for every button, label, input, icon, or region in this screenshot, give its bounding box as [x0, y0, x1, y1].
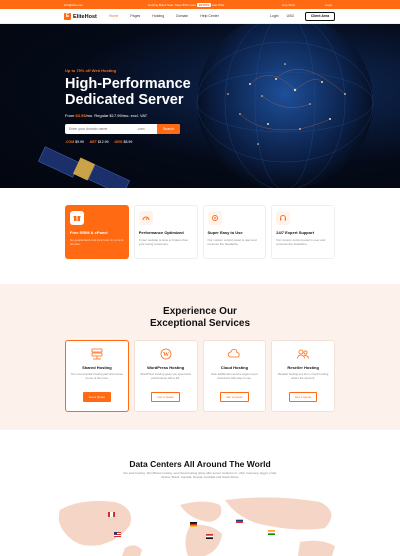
- users-icon: [295, 347, 311, 361]
- service-title: Reseller Hosting: [287, 365, 319, 370]
- promo-code: BF2024: [196, 3, 212, 7]
- currency-select[interactable]: USD: [287, 14, 294, 18]
- speedometer-icon: [138, 211, 153, 225]
- flag-marker: [236, 518, 243, 523]
- gift-icon: [70, 211, 84, 225]
- logo-icon: E: [64, 13, 71, 20]
- header-login-link[interactable]: Login: [270, 14, 279, 18]
- domain-search-box: .com Search: [65, 124, 180, 134]
- search-button[interactable]: Search: [157, 124, 180, 134]
- datacenters-desc: Our web hosting, WordPress hosting, and …: [123, 471, 277, 479]
- wordpress-icon: W: [158, 347, 174, 361]
- service-card-cloud: Cloud Hosting Gain additional resource s…: [202, 340, 267, 412]
- hero-title: High-Performance Dedicated Server: [65, 76, 191, 108]
- feature-card-free-cpanel: Free SRIM & cPanel No guaranteed cost lo…: [65, 205, 129, 259]
- service-card-reseller: Reseller Hosting Reseller hosting is a f…: [271, 340, 335, 412]
- service-desc: Reseller hosting is a form of web hostin…: [277, 372, 329, 380]
- feature-title: Super Easy to Use: [207, 230, 243, 235]
- get-quote-button[interactable]: Get a Quote: [151, 391, 180, 402]
- nav-item-home[interactable]: Home: [109, 14, 118, 18]
- tld-select[interactable]: .com: [137, 127, 145, 131]
- email-link[interactable]: info@site.com: [64, 3, 83, 7]
- flag-marker: [190, 522, 197, 527]
- tld-price-list: .COM $9.99 .NET $12.99 .ORG $8.99: [65, 140, 132, 144]
- service-card-wordpress: W WordPress Hosting WordPress Hosting gi…: [133, 340, 198, 412]
- services-title: Experience Our Exceptional Services: [0, 306, 400, 330]
- hero-price: From $3.95/mo. Regular $17.99/mo. excl. …: [65, 113, 147, 118]
- services-section: Experience Our Exceptional Services Shar…: [0, 284, 400, 430]
- logo-text: EliteHost: [73, 13, 97, 20]
- promo-prefix: Hosting Black Sale: Save 80% code: [148, 3, 196, 7]
- flag-marker: [113, 531, 122, 538]
- server-stack-icon: [89, 347, 105, 361]
- get-quote-button[interactable]: Get a Quote: [220, 391, 249, 402]
- top-bar: info@site.com Hosting Black Sale: Save 8…: [0, 0, 400, 9]
- feature-card-support: 24/7 Expert Support Our custom control p…: [271, 205, 335, 259]
- services-title-line2: Exceptional Services: [149, 318, 251, 329]
- price-value: $3.95: [75, 113, 86, 118]
- site-header: E EliteHost Home Pages Hosting Domain He…: [0, 9, 400, 24]
- service-card-shared: Shared Hosting The most popular hosting …: [65, 340, 129, 412]
- top-login-link[interactable]: Login: [325, 3, 332, 7]
- feature-card-performance: Performance Optimized If your website is…: [133, 205, 198, 259]
- main-nav: Home Pages Hosting Domain Help Center: [109, 14, 219, 18]
- feature-cards: Free SRIM & cPanel No guaranteed cost lo…: [65, 205, 335, 259]
- feature-title: 24/7 Expert Support: [276, 230, 315, 235]
- service-desc: WordPress Hosting gives you speed and pe…: [140, 372, 191, 380]
- header-utilities: Login USD: [270, 14, 294, 18]
- feature-desc: Our custom control panel is user and rem…: [276, 238, 326, 246]
- datacenters-title: Data Centers All Around The World: [129, 459, 271, 469]
- cloud-icon: [226, 347, 242, 361]
- globe-shape: [197, 24, 373, 188]
- feature-card-easy-to-use: Super Easy to Use Our custom control pan…: [202, 205, 267, 259]
- svg-text:W: W: [163, 352, 169, 358]
- tld-item: .COM $9.99: [65, 140, 84, 144]
- client-area-button[interactable]: Client Area: [305, 12, 335, 21]
- flag-marker: [108, 512, 115, 517]
- logo[interactable]: E EliteHost: [64, 13, 97, 20]
- world-map: [58, 497, 335, 556]
- service-cards: Shared Hosting The most popular hosting …: [65, 340, 335, 412]
- service-desc: Gain additional resource support your cu…: [211, 372, 258, 380]
- services-title-line1: Experience Our: [163, 306, 237, 317]
- nav-item-pages[interactable]: Pages: [130, 14, 140, 18]
- service-title: WordPress Hosting: [147, 365, 185, 370]
- service-title: Shared Hosting: [82, 365, 112, 370]
- tld-item: .ORG $8.99: [113, 140, 133, 144]
- satellite-icon: [38, 146, 130, 188]
- service-desc: The most popular hosting plan and comes …: [70, 372, 123, 380]
- headset-icon: [276, 211, 291, 225]
- get-quote-button[interactable]: Get a Quote: [288, 391, 318, 402]
- price-prefix: From: [65, 113, 75, 118]
- feature-desc: No guaranteed cost lock forex in current…: [70, 238, 124, 246]
- settings-icon: [207, 211, 222, 225]
- feature-title: Performance Optimized: [138, 230, 184, 235]
- nav-item-hosting[interactable]: Hosting: [152, 14, 164, 18]
- nav-item-domain[interactable]: Domain: [176, 14, 188, 18]
- price-suffix: /mo. Regular $17.99/mo. excl. VAT: [85, 113, 148, 118]
- live-chat-link[interactable]: Live Chat: [282, 3, 295, 7]
- flag-marker: [206, 534, 213, 539]
- service-title: Cloud Hosting: [220, 365, 249, 370]
- hero-eyebrow: Up to 75% off Web Hosting: [65, 68, 117, 73]
- feature-desc: Our custom control panel is user and rem…: [207, 238, 257, 246]
- tld-item: .NET $12.99: [88, 140, 109, 144]
- promo-link[interactable]: Get Offer: [212, 3, 224, 7]
- promo-text: Hosting Black Sale: Save 80% code BF2024…: [148, 3, 225, 7]
- hero-section: Up to 75% off Web Hosting High-Performan…: [0, 24, 400, 188]
- nav-item-help-center[interactable]: Help Center: [200, 14, 219, 18]
- feature-title: Free SRIM & cPanel: [70, 230, 108, 235]
- flag-marker: [268, 530, 275, 535]
- get-quote-button[interactable]: Get a Quote: [82, 391, 112, 402]
- feature-desc: If your website is slow or broken then y…: [138, 238, 189, 246]
